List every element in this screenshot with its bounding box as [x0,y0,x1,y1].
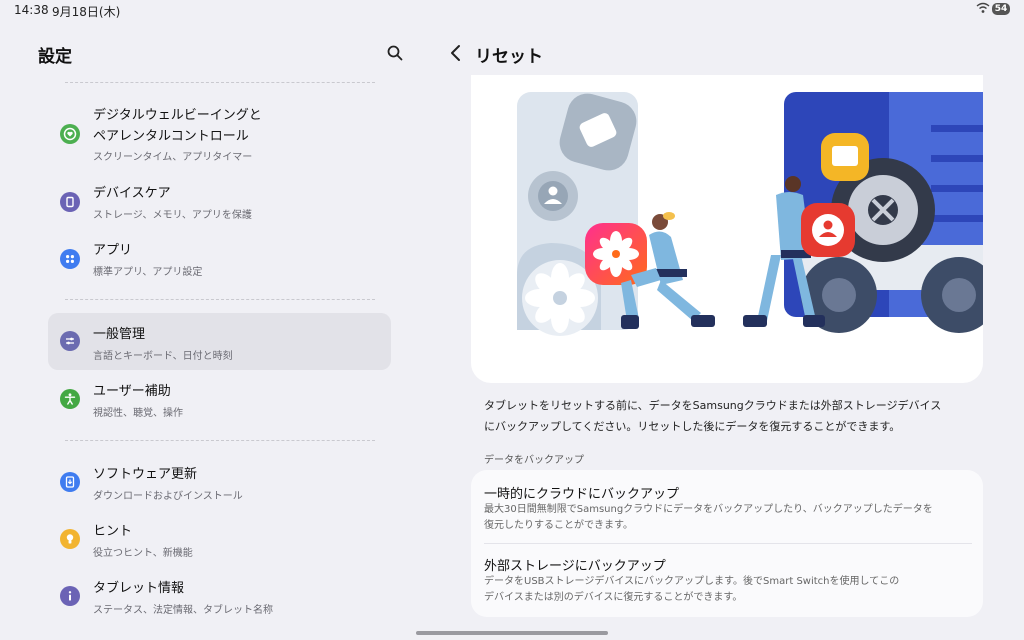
info-icon [60,586,80,606]
sidebar-item-title: 一般管理 [93,327,146,342]
reset-description-line2: にバックアップしてください。リセットした後にデータを復元することができます。 [484,420,901,433]
lightbulb-icon [60,529,80,549]
sidebar-item-subtitle: 視認性、聴覚、操作 [93,408,183,419]
sidebar-item-subtitle: ステータス、法定情報、タブレット名称 [93,605,273,616]
sidebar-item-title: デジタルウェルビーイングと [93,108,262,123]
sidebar-item-title: ソフトウェア更新 [93,467,198,482]
accessibility-icon [60,389,80,409]
sidebar-item-general-management[interactable]: 一般管理 言語とキーボード、日付と時刻 [48,313,391,370]
sidebar-item-title: デバイスケア [93,186,171,201]
page-title: リセット [475,47,543,67]
sidebar-item-title: ユーザー補助 [93,384,171,399]
heart-icon [60,124,80,144]
sidebar-item-subtitle: ダウンロードおよびインストール [93,491,243,502]
option-description: データをUSBストレージデバイスにバックアップします。後でSmart Switc… [484,574,969,606]
sidebar-item-subtitle: 役立つヒント、新機能 [93,548,193,559]
sidebar-item-software-update[interactable]: ソフトウェア更新 ダウンロードおよびインストール [48,463,391,509]
reset-description: タブレットをリセットする前に、データをSamsungクラウドまたは外部ストレージ… [484,395,984,437]
sidebar-item-device-care[interactable]: デバイスケア ストレージ、メモリ、アプリを保護 [48,180,391,226]
update-icon [60,472,80,492]
reset-description-line1: タブレットをリセットする前に、データをSamsungクラウドまたは外部ストレージ… [484,399,942,412]
option-description-line2: デバイスまたは別のデバイスに復元することができます。 [484,592,743,603]
sidebar-item-subtitle: 言語とキーボード、日付と時刻 [93,351,233,362]
external-storage-backup-option[interactable]: 外部ストレージにバックアップ データをUSBストレージデバイスにバックアップしま… [471,544,983,617]
sidebar-item-subtitle: 標準アプリ、アプリ設定 [93,267,203,278]
cloud-backup-option[interactable]: 一時的にクラウドにバックアップ 最大30日間無制限でSamsungクラウドにデー… [471,470,983,543]
option-title: 一時的にクラウドにバックアップ [484,487,680,502]
settings-title: 設定 [38,47,72,67]
sidebar-item-subtitle: ストレージ、メモリ、アプリを保護 [93,210,252,221]
sidebar-item-tablet-info[interactable]: タブレット情報 ステータス、法定情報、タブレット名称 [48,577,391,623]
status-date: 9月18日(木) [52,5,121,19]
status-time: 14:38 [14,3,49,17]
option-description-line2: 復元したりすることができます。 [484,520,633,531]
status-bar: 14:38 9月18日(木) 54 [0,0,1024,20]
sidebar-item-title: アプリ [93,243,133,258]
back-arrow-icon[interactable] [446,42,466,64]
sidebar-item-title: タブレット情報 [93,581,185,596]
search-icon[interactable] [386,44,404,62]
device-care-icon [60,192,80,212]
sidebar-item-digital-wellbeing[interactable]: デジタルウェルビーイングと ペアレンタルコントロール スクリーンタイム、アプリタ… [48,100,391,170]
option-title: 外部ストレージにバックアップ [484,559,666,574]
menu-divider [65,440,375,441]
backup-options-card: 一時的にクラウドにバックアップ 最大30日間無制限でSamsungクラウドにデー… [471,470,983,617]
reset-illustration-card [471,75,983,383]
sidebar-item-accessibility[interactable]: ユーザー補助 視認性、聴覚、操作 [48,380,391,426]
apps-icon [60,249,80,269]
option-description-line1: 最大30日間無制限でSamsungクラウドにデータをバックアップしたり、バックア… [484,504,933,515]
menu-divider [65,299,375,300]
sidebar-item-apps[interactable]: アプリ 標準アプリ、アプリ設定 [48,237,391,283]
sidebar-item-title: ヒント [93,524,133,539]
sidebar-item-subtitle: スクリーンタイム、アプリタイマー [93,152,253,163]
sidebar-item-title-line2: ペアレンタルコントロール [93,129,249,144]
battery-indicator: 54 [992,3,1010,15]
backup-section-label: データをバックアップ [484,455,584,466]
sliders-icon [60,331,80,351]
reset-illustration [517,92,983,336]
sidebar-item-tips[interactable]: ヒント 役立つヒント、新機能 [48,520,391,566]
option-description-line1: データをUSBストレージデバイスにバックアップします。後でSmart Switc… [484,576,900,587]
menu-divider [65,82,375,83]
wifi-icon [976,2,990,13]
home-indicator[interactable] [416,631,608,635]
option-description: 最大30日間無制限でSamsungクラウドにデータをバックアップしたり、バックア… [484,502,969,534]
